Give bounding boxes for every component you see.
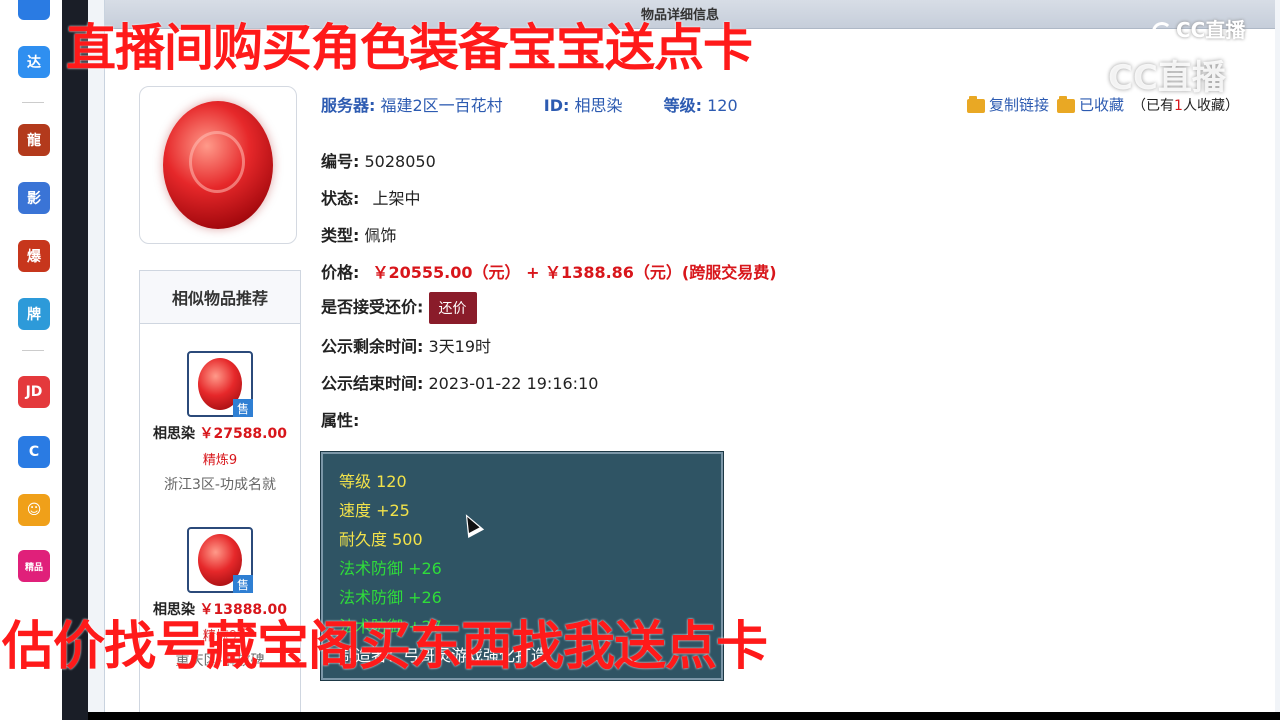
number-value: 5028050 bbox=[364, 152, 436, 171]
copy-link-label: 复制链接 bbox=[989, 96, 1050, 114]
stream-caption-top: 直播间购买角色装备宝宝送点卡 bbox=[66, 19, 753, 77]
bargain-field: 是否接受还价: 还价 bbox=[321, 292, 477, 324]
price-label: 价格: bbox=[321, 263, 360, 282]
similar-item-refine: 精炼9 bbox=[202, 453, 238, 468]
stream-caption-bottom: 估价找号藏宝阁买东西找我送点卡 bbox=[2, 617, 768, 677]
status-label: 状态: bbox=[321, 189, 360, 208]
level-label: 等级: bbox=[663, 96, 703, 115]
game-mahjong-icon[interactable]: 牌 bbox=[18, 298, 50, 330]
status-field: 状态: 上架中 bbox=[321, 185, 421, 209]
cc-watermark-big: CC直播 bbox=[1072, 50, 1226, 99]
fox-app-icon[interactable]: ☺ bbox=[18, 494, 50, 526]
jd-icon[interactable]: JD bbox=[18, 376, 50, 408]
similar-item-name[interactable]: 相思染 bbox=[153, 426, 195, 442]
server-label: 服务器: bbox=[321, 96, 376, 115]
attr-field: 属性: bbox=[321, 407, 359, 431]
similar-item-server: 浙江3区-功成名就 bbox=[164, 477, 276, 493]
sale-badge: 售 bbox=[233, 575, 253, 593]
similar-item[interactable]: 售 相思染 ￥27588.00 精炼9 浙江3区-功成名就 bbox=[140, 351, 300, 494]
level-value: 120 bbox=[707, 96, 738, 115]
cc-watermark-small: CC直播 bbox=[1152, 14, 1245, 43]
end-time-value: 2023-01-22 19:16:10 bbox=[428, 374, 599, 393]
id-value: 相思染 bbox=[574, 96, 623, 115]
game-dragon-icon[interactable]: 龍 bbox=[18, 124, 50, 156]
similar-item-thumb[interactable]: 售 bbox=[187, 527, 253, 593]
remaining-label: 公示剩余时间: bbox=[321, 337, 424, 356]
jade-pendant-icon bbox=[163, 101, 273, 229]
number-field: 编号: 5028050 bbox=[321, 148, 436, 172]
refresh-app-icon[interactable]: C bbox=[18, 436, 50, 468]
type-field: 类型: 佩饰 bbox=[321, 222, 397, 246]
end-time-label: 公示结束时间: bbox=[321, 374, 424, 393]
type-value: 佩饰 bbox=[364, 226, 397, 245]
shop-app-icon[interactable]: 精品 bbox=[18, 550, 50, 582]
cc-logo-icon bbox=[1072, 63, 1104, 96]
status-value: 上架中 bbox=[372, 189, 421, 208]
attr-speed: 速度 +25 bbox=[339, 501, 410, 520]
similar-item-thumb[interactable]: 售 bbox=[187, 351, 253, 417]
dock-separator bbox=[22, 102, 44, 103]
game-blue-icon[interactable]: 影 bbox=[18, 182, 50, 214]
price-value: ￥20555.00（元） + ￥1388.86（元）(跨服交易费) bbox=[372, 263, 777, 282]
collect-folder-icon bbox=[1057, 95, 1076, 113]
remaining-field: 公示剩余时间: 3天19时 bbox=[321, 333, 491, 357]
dock-separator bbox=[22, 350, 44, 351]
type-label: 类型: bbox=[321, 226, 360, 245]
item-image bbox=[139, 86, 297, 244]
bargain-label: 是否接受还价: bbox=[321, 297, 424, 317]
attr-level: 等级 120 bbox=[339, 472, 407, 491]
number-label: 编号: bbox=[321, 152, 360, 171]
game-bao-icon[interactable]: 爆 bbox=[18, 240, 50, 272]
remaining-value: 3天19时 bbox=[428, 337, 492, 356]
price-field: 价格: ￥20555.00（元） + ￥1388.86（元）(跨服交易费) bbox=[321, 259, 777, 283]
bottom-bar bbox=[88, 712, 1280, 720]
browser-icon[interactable] bbox=[18, 0, 50, 20]
id-label: ID: bbox=[543, 96, 570, 115]
attr-label: 属性: bbox=[321, 411, 360, 430]
link-folder-icon bbox=[967, 95, 985, 113]
attr-magic-defense-1: 法术防御 +26 bbox=[339, 559, 442, 578]
end-time-field: 公示结束时间: 2023-01-22 19:16:10 bbox=[321, 370, 598, 394]
similar-item-price: ￥27588.00 bbox=[199, 426, 287, 442]
similar-item-line: 相思染 ￥27588.00 bbox=[140, 423, 300, 443]
item-info-row: 服务器: 福建2区一百花村 ID: 相思染 等级: 120 bbox=[321, 92, 738, 116]
bargain-button[interactable]: 还价 bbox=[428, 292, 477, 324]
server-value: 福建2区一百花村 bbox=[380, 96, 503, 115]
similar-items-title: 相似物品推荐 bbox=[140, 271, 300, 324]
sale-badge: 售 bbox=[233, 399, 253, 417]
attr-durability: 耐久度 500 bbox=[339, 530, 423, 549]
copy-link-button[interactable]: 复制链接 bbox=[967, 94, 1049, 115]
cc-logo-icon bbox=[1152, 21, 1172, 42]
da-app-icon[interactable]: 达 bbox=[18, 46, 50, 78]
